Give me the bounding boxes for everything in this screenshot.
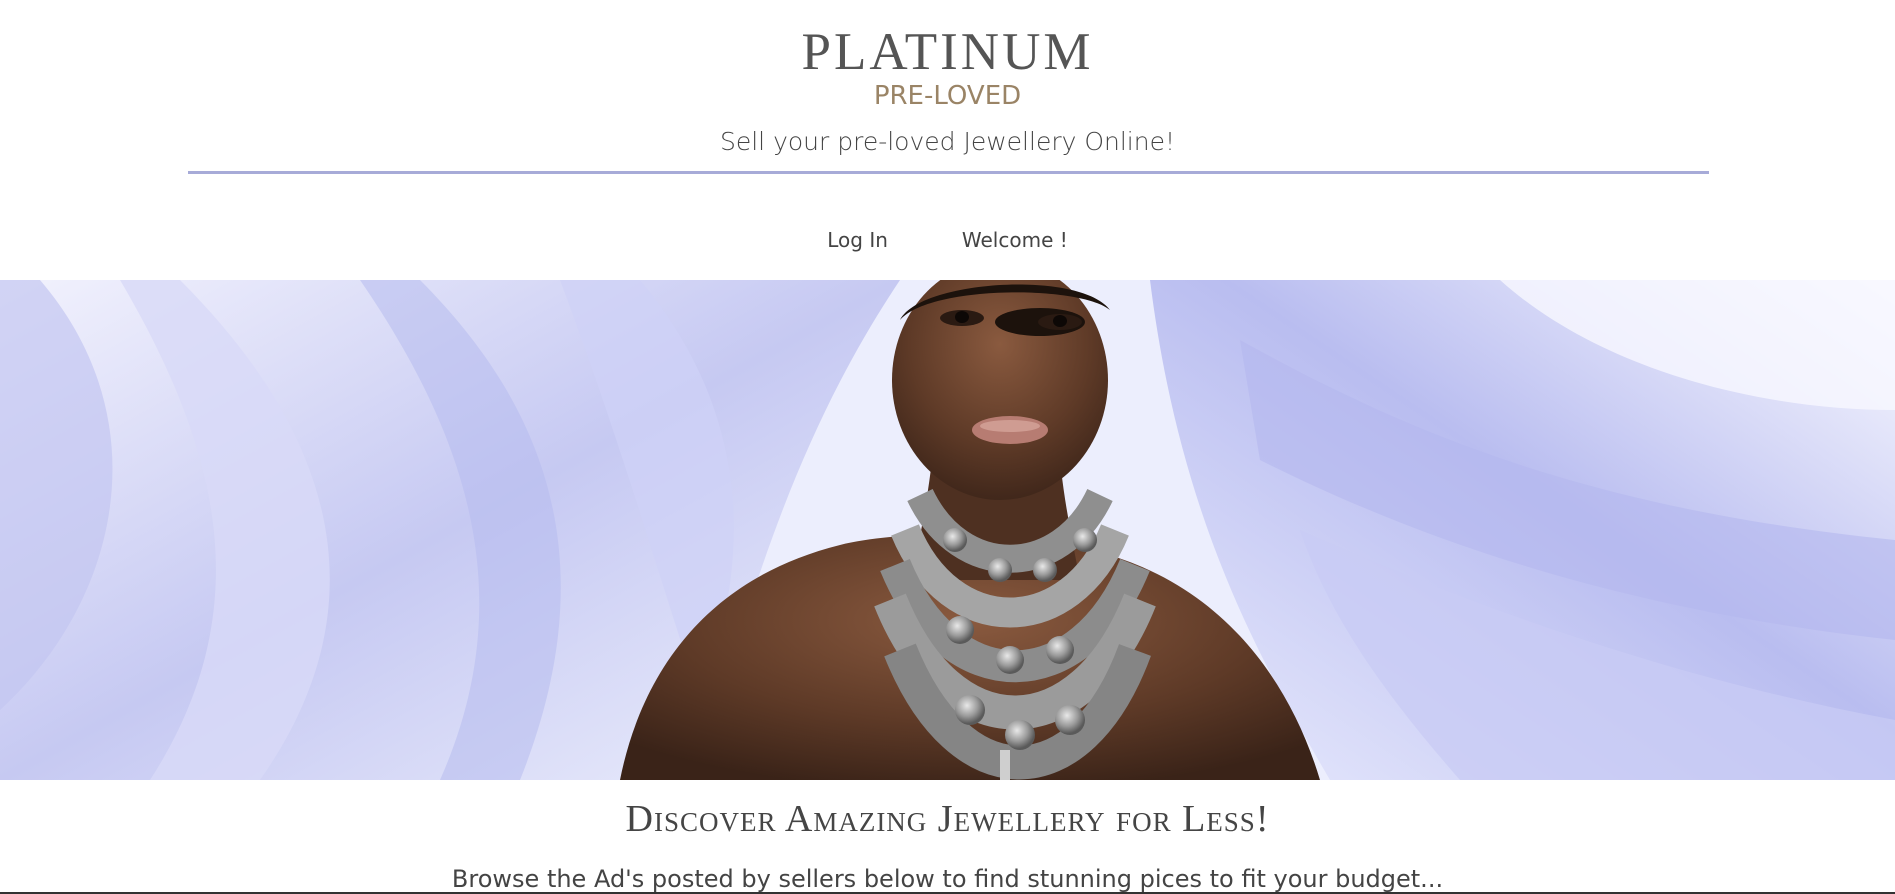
brand-title[interactable]: PLATINUM bbox=[0, 22, 1895, 82]
welcome-link[interactable]: Welcome ! bbox=[925, 224, 1105, 256]
hero-illustration bbox=[0, 280, 1895, 780]
site-tagline: Sell your pre-loved Jewellery Online! bbox=[719, 127, 1176, 156]
discover-heading: Discover Amazing Jewellery for Less! bbox=[625, 798, 1270, 840]
brand-subtitle[interactable]: PRE-LOVED bbox=[0, 80, 1895, 112]
login-link[interactable]: Log In bbox=[790, 224, 925, 256]
header-divider bbox=[188, 171, 1709, 174]
discover-description: Browse the Ad's posted by sellers below … bbox=[451, 865, 1444, 893]
site-header: PLATINUM PRE-LOVED Sell your pre-loved J… bbox=[0, 0, 1895, 280]
hero-banner-image bbox=[0, 280, 1895, 780]
main-nav: Log In Welcome ! bbox=[0, 224, 1895, 256]
